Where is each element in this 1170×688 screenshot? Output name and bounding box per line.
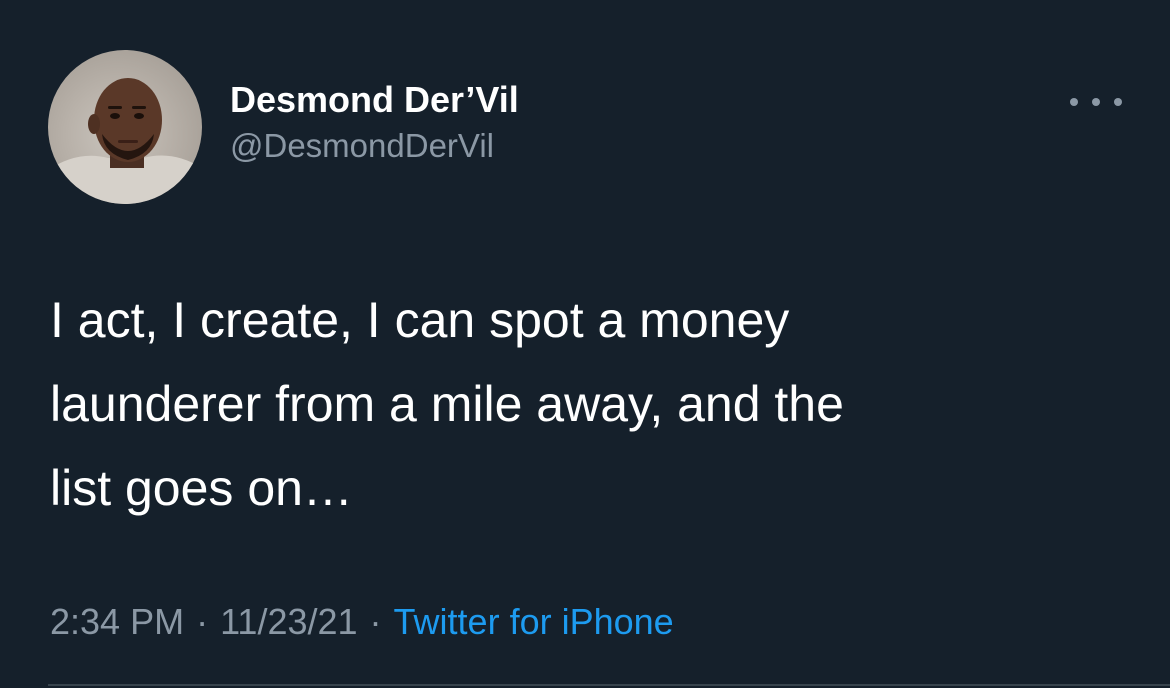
separator: ·: [369, 601, 382, 642]
more-options-button[interactable]: [1070, 88, 1122, 116]
separator: ·: [196, 601, 209, 642]
avatar[interactable]: [48, 50, 202, 204]
tweet-text: I act, I create, I can spot a money laun…: [50, 292, 844, 516]
tweet-metadata: 2:34 PM · 11/23/21 · Twitter for iPhone: [50, 596, 674, 648]
tweet-date[interactable]: 11/23/21: [220, 601, 357, 642]
display-name[interactable]: Desmond Der’Vil: [230, 78, 519, 122]
divider: [48, 684, 1170, 686]
tweet-source-link[interactable]: Twitter for iPhone: [394, 601, 674, 642]
profile-photo: [48, 78, 202, 204]
tweet-time[interactable]: 2:34 PM: [50, 601, 184, 642]
author-info[interactable]: Desmond Der’Vil @DesmondDerVil: [230, 78, 519, 168]
user-handle[interactable]: @DesmondDerVil: [230, 124, 519, 168]
more-horizontal-icon: [1070, 98, 1078, 106]
